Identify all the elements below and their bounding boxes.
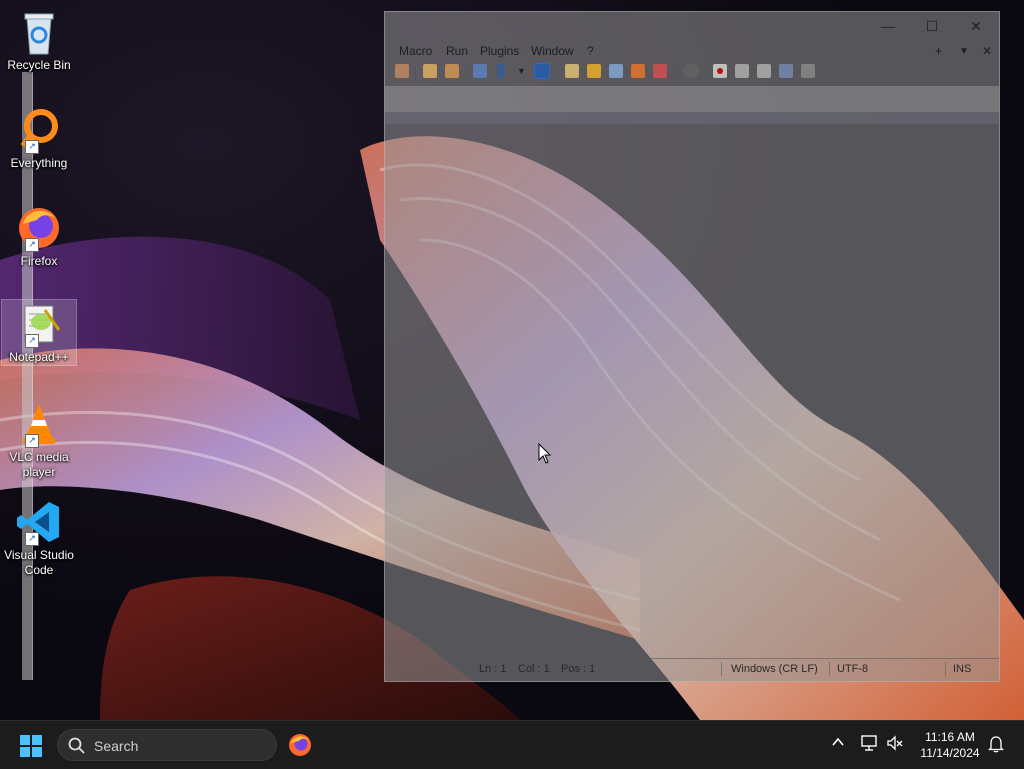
desktop-icon-label: Visual Studio Code <box>4 548 74 577</box>
folder-workspace-icon[interactable] <box>609 64 623 78</box>
status-separator <box>721 662 722 676</box>
menu-window[interactable]: Window <box>531 44 574 58</box>
menu-plugins[interactable]: Plugins <box>480 44 519 58</box>
toolbar-separator <box>557 65 558 79</box>
windows-logo-icon <box>32 747 42 757</box>
search-placeholder: Search <box>94 738 139 754</box>
tab-strip <box>385 112 999 124</box>
status-separator <box>945 662 946 676</box>
desktop-icon-recycle-bin[interactable]: Recycle Bin <box>2 8 76 73</box>
taskbar-clock[interactable]: 11:16 AM 11/14/2024 <box>910 729 990 761</box>
windows-logo-icon <box>32 735 42 745</box>
menu-run[interactable]: Run <box>446 44 468 58</box>
desktop-icon-label: Recycle Bin <box>7 58 71 72</box>
shortcut-arrow-icon: ↗ <box>25 434 39 448</box>
firefox-icon <box>289 734 311 756</box>
start-recording-icon[interactable] <box>713 64 727 78</box>
monitoring-icon[interactable] <box>631 64 645 78</box>
zoom-out-icon[interactable] <box>445 64 459 78</box>
shortcut-arrow-icon: ↗ <box>25 532 39 546</box>
toolbar-separator <box>415 65 416 79</box>
editor-area[interactable] <box>385 124 999 657</box>
menu-help[interactable]: ? <box>587 44 594 58</box>
status-line: Ln : 1 <box>479 663 507 675</box>
taskbar: Search 11:16 AM 11/14/2024 <box>0 720 1024 769</box>
desktop-icon-label: Everything <box>10 156 68 170</box>
function-list-icon[interactable] <box>587 64 601 78</box>
toolbar-separator <box>707 65 708 79</box>
status-insert-mode: INS <box>953 663 972 675</box>
close-tab-button[interactable]: ✕ <box>982 44 992 58</box>
desktop-icon-label: Firefox <box>20 254 58 268</box>
toolbar-separator <box>465 65 466 79</box>
vlc-icon: ↗ <box>15 400 63 448</box>
show-all-chars-icon[interactable] <box>497 64 505 78</box>
everything-search-icon: ↗ <box>15 106 63 154</box>
chevron-up-icon <box>832 737 844 746</box>
run-macro-multiple-icon[interactable] <box>779 64 793 78</box>
mouse-cursor-icon <box>538 443 552 464</box>
network-tray-button[interactable] <box>860 734 880 755</box>
zoom-in-icon[interactable] <box>423 64 437 78</box>
toolbar-separator <box>675 65 676 79</box>
desktop-icon-vscode[interactable]: ↗ Visual Studio Code <box>2 498 76 578</box>
window-titlebar[interactable]: — ☐ ✕ <box>385 12 999 40</box>
shortcut-arrow-icon: ↗ <box>25 140 39 154</box>
taskbar-search-box[interactable]: Search <box>57 729 277 761</box>
vscode-icon: ↗ <box>15 498 63 546</box>
notepadpp-icon: ↗ <box>15 300 63 348</box>
desktop-icon-vlc[interactable]: ↗ VLC media player <box>2 400 76 480</box>
show-hidden-icons-button[interactable] <box>830 734 846 753</box>
search-icon <box>68 737 85 754</box>
status-eol[interactable]: Windows (CR LF) <box>731 663 818 675</box>
bell-icon <box>987 736 1005 753</box>
stop-recording-icon[interactable] <box>735 64 749 78</box>
desktop-icon-everything[interactable]: ↗ Everything <box>2 106 76 171</box>
clock-date: 11/14/2024 <box>920 746 980 760</box>
desktop-icon-notepadpp[interactable]: ↗ Notepad++ <box>1 299 77 366</box>
shortcut-arrow-icon: ↗ <box>25 334 39 348</box>
status-separator <box>829 662 830 676</box>
notifications-button[interactable] <box>987 735 1005 756</box>
undo-icon[interactable] <box>395 64 409 78</box>
taskbar-firefox-button[interactable] <box>288 733 312 760</box>
shortcut-arrow-icon: ↗ <box>25 238 39 252</box>
notepadpp-window[interactable]: — ☐ ✕ Macro Run Plugins Window ? + ▼ ✕ ▼ <box>384 11 1000 682</box>
new-tab-button[interactable]: + <box>935 44 942 58</box>
menu-bar: Macro Run Plugins Window ? + ▼ ✕ <box>385 42 999 62</box>
desktop-icon-label: Notepad++ <box>9 350 69 364</box>
firefox-icon: ↗ <box>15 204 63 252</box>
recycle-bin-icon <box>15 8 63 56</box>
status-column: Col : 1 <box>518 663 550 675</box>
status-encoding[interactable]: UTF-8 <box>837 663 868 675</box>
tab-bar <box>385 86 999 112</box>
toolbar: ▼ <box>385 62 999 84</box>
close-button[interactable]: ✕ <box>961 16 991 36</box>
network-icon <box>861 735 877 751</box>
maximize-button[interactable]: ☐ <box>917 16 947 36</box>
doc-list-icon[interactable] <box>653 64 667 78</box>
record-macro-placeholder-icon[interactable] <box>683 64 699 78</box>
status-position: Pos : 1 <box>561 663 596 675</box>
desktop-icon-firefox[interactable]: ↗ Firefox <box>2 204 76 269</box>
desktop-icon-label: VLC media player <box>9 450 69 479</box>
windows-logo-icon <box>20 735 30 745</box>
speaker-muted-icon <box>887 735 903 751</box>
save-macro-icon[interactable] <box>801 64 815 78</box>
windows-logo-icon <box>20 747 30 757</box>
playback-icon[interactable] <box>757 64 771 78</box>
chevron-down-icon[interactable]: ▼ <box>517 64 531 78</box>
start-button[interactable] <box>20 735 42 757</box>
indent-guide-icon[interactable] <box>534 63 550 79</box>
clock-time: 11:16 AM <box>925 730 975 744</box>
tab-list-button[interactable]: ▼ <box>959 46 969 57</box>
doc-map-icon[interactable] <box>565 64 579 78</box>
minimize-button[interactable]: — <box>873 16 903 36</box>
volume-tray-button[interactable] <box>886 734 904 755</box>
status-bar: Ln : 1 Col : 1 Pos : 1 Windows (CR LF) U… <box>385 658 999 681</box>
word-wrap-icon[interactable] <box>473 64 487 78</box>
menu-macro[interactable]: Macro <box>399 44 432 58</box>
